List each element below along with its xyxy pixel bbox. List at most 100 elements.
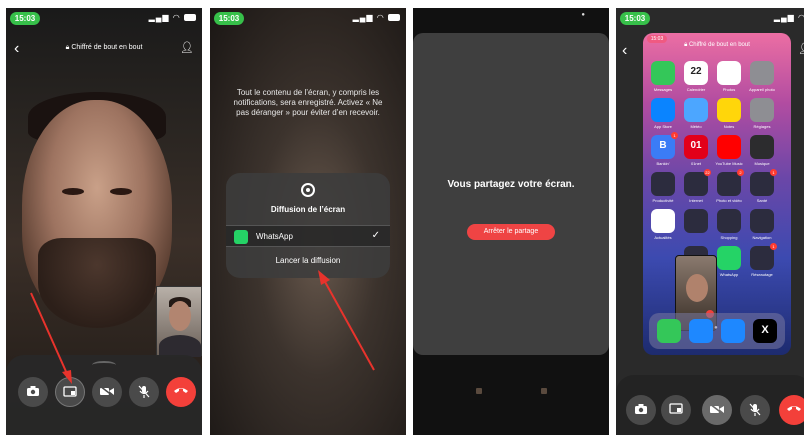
- app-icon-6[interactable]: [684, 98, 708, 122]
- video-toggle-button[interactable]: [92, 377, 122, 407]
- battery-icon: [388, 14, 400, 22]
- status-dot-icon: ●: [581, 12, 585, 18]
- mute-button[interactable]: [129, 377, 159, 407]
- stop-sharing-button[interactable]: Arrêter le partage: [467, 224, 555, 240]
- add-participant-icon[interactable]: 👤︎: [180, 41, 194, 54]
- status-time: 15:03: [10, 12, 40, 25]
- app-icon-text: 22: [690, 66, 702, 77]
- lock-icon: 🔒︎: [65, 44, 70, 51]
- app-icon-22[interactable]: [717, 246, 741, 270]
- call-header: ‹ 🔒︎ Chiffré de bout en bout 👤︎: [6, 41, 202, 59]
- mute-button[interactable]: [740, 395, 770, 425]
- phone-home-shared: 15:03 ▂▄▆ ◠ ‹ 👤︎ 15:03 🔒︎ Chiffré de bou…: [616, 8, 804, 435]
- app-label: Santé: [756, 198, 768, 203]
- app-label: Photo et vidéo: [716, 198, 742, 203]
- sharing-message: Vous partagez votre écran.: [447, 179, 575, 190]
- app-label: Navigation: [752, 235, 772, 240]
- app-label: Actualités: [654, 235, 672, 240]
- top-area: ●: [413, 8, 609, 33]
- whatsapp-icon: [234, 230, 248, 244]
- app-icon-17[interactable]: [651, 209, 675, 233]
- app-badge: 2: [737, 169, 744, 176]
- control-row: [616, 395, 804, 429]
- record-icon: [301, 183, 315, 197]
- app-label: Notes: [723, 124, 735, 129]
- broadcast-app-option-whatsapp[interactable]: WhatsApp ✓: [226, 225, 390, 247]
- app-icon-14[interactable]: [684, 172, 708, 196]
- app-label: Bankin': [656, 161, 670, 166]
- status-time: 15:03: [620, 12, 650, 25]
- camera-switch-button[interactable]: [626, 395, 656, 425]
- preview-thumb-right: [541, 388, 547, 394]
- end-call-button[interactable]: [779, 395, 804, 425]
- broadcast-app-name: WhatsApp: [256, 232, 293, 241]
- app-badge: 1: [770, 243, 777, 250]
- self-view-pip[interactable]: [156, 286, 202, 357]
- broadcast-title: Diffusion de l’écran: [270, 205, 346, 214]
- red-arrow-annotation: [318, 270, 375, 371]
- red-arrow-annotation: [30, 292, 72, 384]
- self-shirt: [159, 335, 201, 357]
- app-icon-16[interactable]: [750, 172, 774, 196]
- app-icon-1[interactable]: [651, 61, 675, 85]
- app-icon-15[interactable]: [717, 172, 741, 196]
- app-icon-20[interactable]: [750, 209, 774, 233]
- encryption-text: Chiffré de bout en bout: [71, 44, 143, 51]
- encryption-label: 🔒︎ Chiffré de bout en bout: [6, 44, 202, 52]
- video-toggle-button[interactable]: [702, 395, 732, 425]
- remote-eye-right: [110, 188, 132, 195]
- app-label: Internet: [689, 198, 703, 203]
- dock-safari-icon[interactable]: [721, 319, 745, 343]
- app-label: Réseautage: [751, 272, 773, 277]
- add-participant-icon[interactable]: 👤︎: [798, 42, 804, 55]
- app-icon-3[interactable]: [717, 61, 741, 85]
- camera-icon: [635, 404, 647, 414]
- status-icons: ▂▄▆ ◠: [149, 13, 196, 22]
- status-time: 15:03: [214, 12, 244, 25]
- status-bar: 15:03 ▂▄▆ ◠: [6, 8, 202, 30]
- app-label: Météo: [690, 124, 702, 129]
- status-bar: 15:03 ▂▄▆ ◠: [210, 8, 406, 30]
- app-icon-2[interactable]: 22: [684, 61, 708, 85]
- app-icon-18[interactable]: [684, 209, 708, 233]
- shared-home-screen: 15:03 🔒︎ Chiffré de bout en bout Message…: [643, 33, 791, 355]
- app-icon-8[interactable]: [750, 98, 774, 122]
- dock-x-icon[interactable]: X: [753, 319, 777, 343]
- screen-share-button[interactable]: [661, 395, 691, 425]
- app-badge: 22: [704, 169, 711, 176]
- app-icon-12[interactable]: [750, 135, 774, 159]
- mic-off-icon: [749, 403, 761, 416]
- app-icon-7[interactable]: [717, 98, 741, 122]
- dock-app-text: X: [761, 324, 769, 336]
- app-label: 01net: [690, 161, 701, 166]
- sharing-overlay: Vous partagez votre écran. Arrêter le pa…: [413, 33, 609, 355]
- preview-thumb-left: [476, 388, 482, 394]
- dock-phone-icon[interactable]: [657, 319, 681, 343]
- app-icon-13[interactable]: [651, 172, 675, 196]
- sheet-grabber[interactable]: [92, 361, 116, 367]
- app-badge: 1: [671, 132, 678, 139]
- app-label: Messages: [653, 87, 673, 92]
- call-controls: [616, 375, 804, 435]
- end-call-button[interactable]: [166, 377, 196, 407]
- app-icon-11[interactable]: [717, 135, 741, 159]
- app-label: Musique: [754, 161, 770, 166]
- app-label: Shopping: [720, 235, 738, 240]
- app-icon-19[interactable]: [717, 209, 741, 233]
- app-icon-9[interactable]: B: [651, 135, 675, 159]
- dock: X: [649, 313, 785, 349]
- app-icon-5[interactable]: [651, 98, 675, 122]
- phone-broadcast-prompt: 15:03 ▂▄▆ ◠ Tout le contenu de l’écran, …: [210, 8, 406, 435]
- status-bar: 15:03 ▂▄▆ ◠: [616, 8, 804, 30]
- app-icon-4[interactable]: [750, 61, 774, 85]
- inner-encryption-text: Chiffré de bout en bout: [688, 42, 750, 48]
- app-icon-23[interactable]: [750, 246, 774, 270]
- app-icon-10[interactable]: 01: [684, 135, 708, 159]
- app-label: Photos: [722, 87, 736, 92]
- app-label: Calendrier: [686, 87, 706, 92]
- dock-mail-icon[interactable]: [689, 319, 713, 343]
- back-chevron-icon[interactable]: ‹: [622, 42, 627, 60]
- start-broadcast-button[interactable]: Lancer la diffusion: [226, 256, 390, 265]
- self-face: [169, 301, 191, 331]
- app-label: Productivité: [652, 198, 674, 203]
